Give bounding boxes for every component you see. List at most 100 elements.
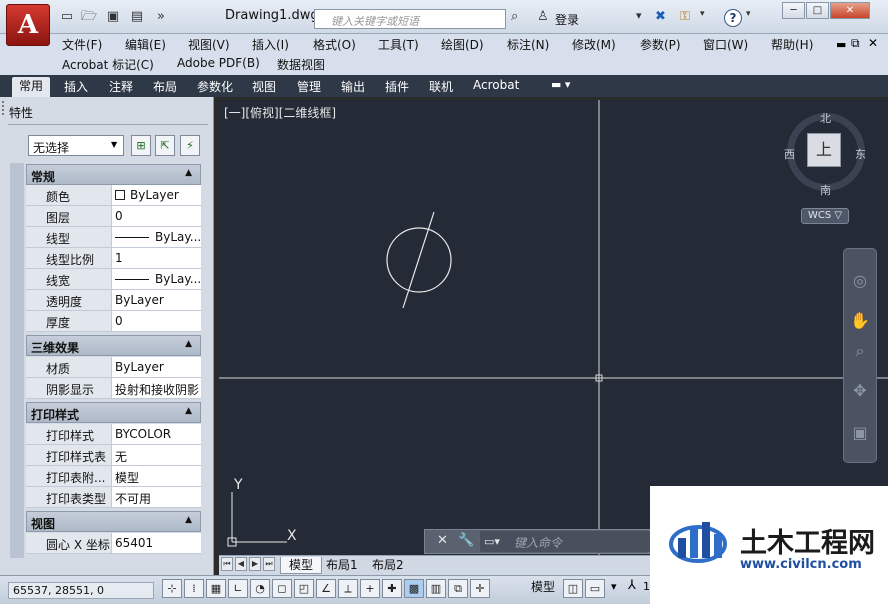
viewcube-top-face[interactable]: 上 [807,133,841,167]
menu-window[interactable]: 窗口(W) [703,36,748,53]
tab-layout[interactable]: 布局 [153,78,177,95]
model-space-toggle[interactable]: 模型 [531,578,555,595]
annotation-monitor-icon[interactable]: ✛ [470,579,490,598]
menu-draw[interactable]: 绘图(D) [441,36,484,53]
command-input[interactable]: 键入命令 [480,531,650,552]
quick-properties-icon[interactable]: ▥ [426,579,446,598]
property-value[interactable]: ByLay... [112,227,201,248]
chevron-down-icon[interactable]: ▾ [636,9,642,22]
new-file-icon[interactable]: ▭ [58,9,76,25]
property-row[interactable]: 透明度 ByLayer [26,290,201,311]
tab-home[interactable]: 常用 [12,77,51,97]
dynamic-ucs-icon[interactable]: ⟂ [338,579,358,598]
tab-output[interactable]: 输出 [341,78,365,95]
menu-modify[interactable]: 修改(M) [572,36,616,53]
annotation-scale-value[interactable]: 1 [643,580,650,593]
zoom-icon[interactable]: ⌕ [849,340,871,362]
orbit-icon[interactable]: ✥ [849,380,871,402]
menu-parametric[interactable]: 参数(P) [640,36,681,53]
menu-insert[interactable]: 插入(I) [252,36,289,53]
dynamic-input-icon[interactable]: + [360,579,380,598]
more-tools-icon[interactable]: » [152,9,170,25]
section-view[interactable]: 视图 ▲ [26,511,201,532]
property-row[interactable]: 打印样式表无 [26,445,201,466]
menu-view[interactable]: 视图(V) [188,36,230,53]
doc-minimize-icon[interactable]: ▬ [836,38,846,51]
chevron-down-icon[interactable]: ▾ [746,9,751,19]
property-value[interactable]: BYCOLOR [112,424,201,445]
compass-west[interactable]: 西 [784,146,795,162]
section-3d-effects[interactable]: 三维效果 ▲ [26,335,201,356]
wcs-menu[interactable]: WCS ▽ [801,208,849,224]
collapse-icon[interactable]: ▲ [185,515,192,525]
chevron-down-icon[interactable]: ▼ [111,140,117,149]
prev-tab-icon[interactable]: ◀ [235,557,247,571]
property-value[interactable]: ByLay... [112,269,201,290]
open-folder-icon[interactable]: 🗁 [80,9,98,25]
snap-mode-icon[interactable]: ⁞ [184,579,204,598]
next-tab-icon[interactable]: ▶ [249,557,261,571]
compass-north[interactable]: 北 [820,110,831,126]
tab-model[interactable]: 模型 [280,557,323,574]
property-value[interactable]: 不可用 [112,487,201,508]
object-snap-tracking-icon[interactable]: ∠ [316,579,336,598]
property-row[interactable]: 打印表附... 模型 [26,466,201,487]
app-menu-button[interactable]: A [6,4,50,46]
quick-select-icon[interactable]: ⚡ [180,135,200,156]
property-value[interactable]: 1 [112,248,201,269]
maximize-button[interactable]: □ [806,2,829,19]
property-row[interactable]: 厚度 0 [26,311,201,332]
property-row[interactable]: 线宽 ByLay... [26,269,201,290]
property-row[interactable]: 打印表类型 不可用 [26,487,201,508]
section-general[interactable]: 常规 ▲ [26,164,201,185]
tab-insert[interactable]: 插入 [64,78,88,95]
save-as-icon[interactable]: ▤ [128,9,146,25]
tab-layout1[interactable]: 布局1 [318,557,366,574]
property-value[interactable]: 模型 [112,466,201,487]
property-row[interactable]: 打印样式 BYCOLOR [26,424,201,445]
menu-acrobat-markup[interactable]: Acrobat 标记(C) [62,56,154,73]
tab-acrobat[interactable]: Acrobat [473,78,519,92]
property-value[interactable]: ByLayer [112,290,201,311]
tab-view[interactable]: 视图 [252,78,276,95]
command-prompt-icon[interactable]: ▭▾ [484,535,500,548]
coordinates-readout[interactable]: 65537, 28551, 0 [8,582,154,599]
property-value[interactable]: 65401 [112,533,201,554]
property-value[interactable]: 投射和接收阴影 [112,378,201,399]
close-button[interactable]: ✕ [830,2,870,19]
selection-cycling-icon[interactable]: ⧉ [448,579,468,598]
property-row[interactable]: 图层 0 [26,206,201,227]
toggle-pickadd-icon[interactable]: ⊞ [131,135,151,156]
polar-tracking-icon[interactable]: ◔ [250,579,270,598]
property-value[interactable]: 0 [112,311,201,332]
search-input[interactable]: 键入关键字或短语 [314,9,506,29]
compass-south[interactable]: 南 [820,182,831,198]
last-tab-icon[interactable]: ⏭ [263,557,275,571]
property-row[interactable]: 颜色 ByLayer [26,185,201,206]
collapse-icon[interactable]: ▲ [185,339,192,349]
ribbon-minimize-icon[interactable]: ▬ ▾ [551,78,570,91]
close-icon[interactable]: ✕ [437,533,448,548]
doc-close-icon[interactable]: ✕ [868,36,878,50]
quick-view-drawings-icon[interactable]: ▭ [585,579,605,598]
minimize-button[interactable]: ─ [782,2,805,19]
pan-hand-icon[interactable]: ✋ [849,310,871,332]
doc-restore-icon[interactable]: ⧉ [851,36,860,51]
property-row[interactable]: 线型比例 1 [26,248,201,269]
first-tab-icon[interactable]: ⏮ [221,557,233,571]
property-value[interactable]: ByLayer [112,185,201,206]
quick-view-layouts-icon[interactable]: ◫ [563,579,583,598]
showmotion-icon[interactable]: ▣ [849,422,871,444]
subscription-icon[interactable]: ⚿ [680,9,690,24]
drawn-line[interactable] [402,211,435,309]
transparency-icon[interactable]: ▩ [404,579,424,598]
tab-online[interactable]: 联机 [429,78,453,95]
tab-layout2[interactable]: 布局2 [364,557,412,574]
infer-constraints-icon[interactable]: ⊹ [162,579,182,598]
viewport-controls-label[interactable]: [一][俯视][二维线框] [224,104,336,121]
compass-east[interactable]: 东 [855,146,866,162]
lineweight-icon[interactable]: ✚ [382,579,402,598]
selection-dropdown[interactable]: 无选择 [28,135,124,156]
property-row[interactable]: 圆心 X 坐标 65401 [26,533,201,554]
collapse-icon[interactable]: ▲ [185,406,192,416]
